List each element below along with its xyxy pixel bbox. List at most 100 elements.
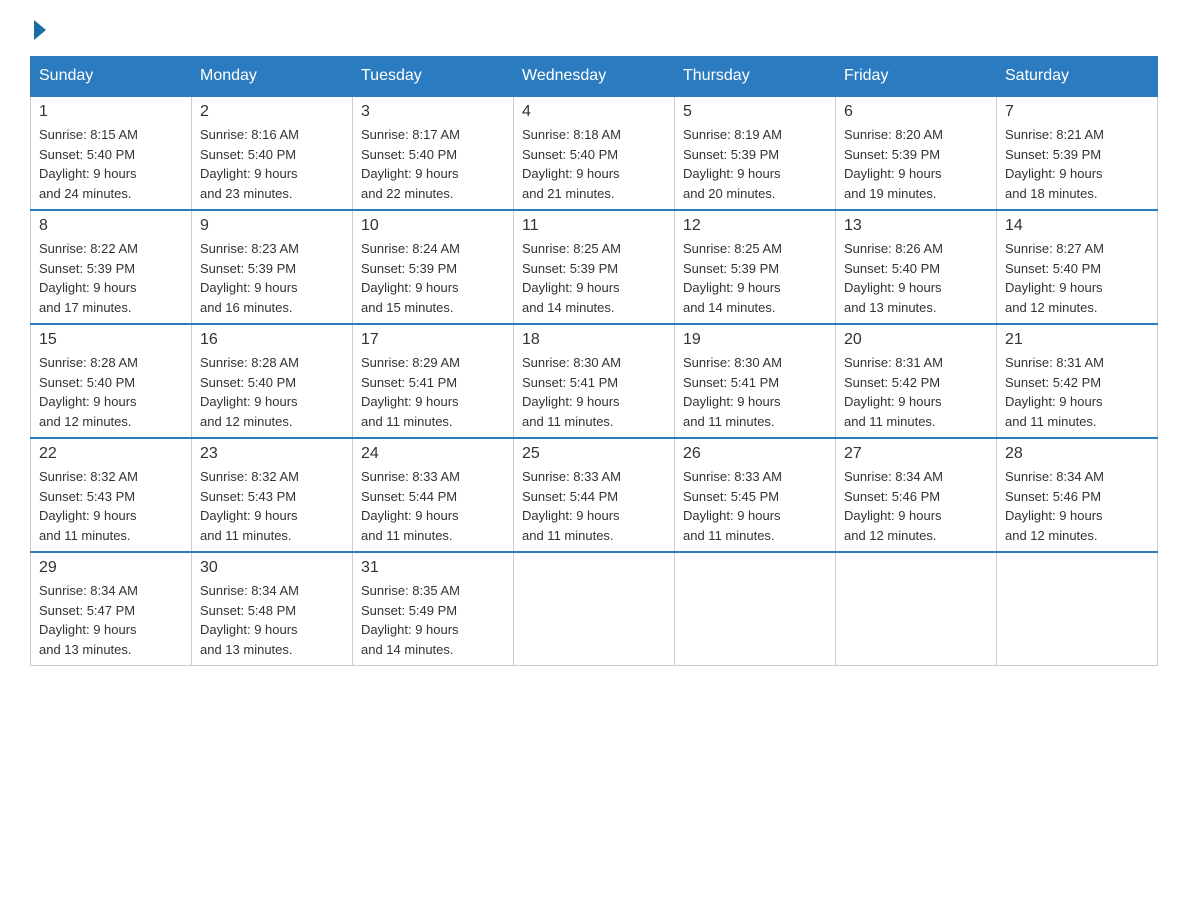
calendar-cell: 20 Sunrise: 8:31 AM Sunset: 5:42 PM Dayl… bbox=[836, 324, 997, 438]
logo bbox=[30, 20, 46, 36]
day-info: Sunrise: 8:15 AM Sunset: 5:40 PM Dayligh… bbox=[39, 125, 183, 203]
daylight-minutes: and 15 minutes. bbox=[361, 300, 454, 315]
day-number: 5 bbox=[683, 103, 827, 121]
day-number: 14 bbox=[1005, 217, 1149, 235]
daylight-minutes: and 11 minutes. bbox=[361, 528, 453, 543]
sunrise-label: Sunrise: 8:27 AM bbox=[1005, 241, 1104, 256]
calendar-week-2: 8 Sunrise: 8:22 AM Sunset: 5:39 PM Dayli… bbox=[31, 210, 1158, 324]
logo-general bbox=[30, 20, 46, 40]
calendar-cell bbox=[836, 552, 997, 666]
day-info: Sunrise: 8:32 AM Sunset: 5:43 PM Dayligh… bbox=[200, 467, 344, 545]
calendar-cell: 9 Sunrise: 8:23 AM Sunset: 5:39 PM Dayli… bbox=[192, 210, 353, 324]
sunset-label: Sunset: 5:41 PM bbox=[361, 375, 457, 390]
daylight-minutes: and 21 minutes. bbox=[522, 186, 615, 201]
day-number: 11 bbox=[522, 217, 666, 235]
daylight-minutes: and 11 minutes. bbox=[683, 414, 775, 429]
daylight-label: Daylight: 9 hours bbox=[844, 166, 942, 181]
daylight-label: Daylight: 9 hours bbox=[1005, 394, 1103, 409]
sunset-label: Sunset: 5:39 PM bbox=[361, 261, 457, 276]
day-number: 4 bbox=[522, 103, 666, 121]
sunset-label: Sunset: 5:41 PM bbox=[522, 375, 618, 390]
daylight-label: Daylight: 9 hours bbox=[200, 280, 298, 295]
calendar-table: SundayMondayTuesdayWednesdayThursdayFrid… bbox=[30, 56, 1158, 666]
calendar-cell: 17 Sunrise: 8:29 AM Sunset: 5:41 PM Dayl… bbox=[353, 324, 514, 438]
sunset-label: Sunset: 5:40 PM bbox=[39, 375, 135, 390]
calendar-cell: 16 Sunrise: 8:28 AM Sunset: 5:40 PM Dayl… bbox=[192, 324, 353, 438]
day-info: Sunrise: 8:33 AM Sunset: 5:44 PM Dayligh… bbox=[522, 467, 666, 545]
daylight-minutes: and 24 minutes. bbox=[39, 186, 132, 201]
day-info: Sunrise: 8:21 AM Sunset: 5:39 PM Dayligh… bbox=[1005, 125, 1149, 203]
daylight-label: Daylight: 9 hours bbox=[39, 280, 137, 295]
daylight-minutes: and 12 minutes. bbox=[200, 414, 293, 429]
daylight-label: Daylight: 9 hours bbox=[200, 394, 298, 409]
day-number: 1 bbox=[39, 103, 183, 121]
sunrise-label: Sunrise: 8:33 AM bbox=[683, 469, 782, 484]
calendar-week-1: 1 Sunrise: 8:15 AM Sunset: 5:40 PM Dayli… bbox=[31, 96, 1158, 210]
calendar-week-4: 22 Sunrise: 8:32 AM Sunset: 5:43 PM Dayl… bbox=[31, 438, 1158, 552]
sunrise-label: Sunrise: 8:30 AM bbox=[522, 355, 621, 370]
sunset-label: Sunset: 5:44 PM bbox=[522, 489, 618, 504]
day-info: Sunrise: 8:23 AM Sunset: 5:39 PM Dayligh… bbox=[200, 239, 344, 317]
sunrise-label: Sunrise: 8:34 AM bbox=[39, 583, 138, 598]
calendar-cell: 26 Sunrise: 8:33 AM Sunset: 5:45 PM Dayl… bbox=[675, 438, 836, 552]
daylight-minutes: and 11 minutes. bbox=[200, 528, 292, 543]
sunset-label: Sunset: 5:40 PM bbox=[200, 147, 296, 162]
sunset-label: Sunset: 5:46 PM bbox=[844, 489, 940, 504]
day-info: Sunrise: 8:20 AM Sunset: 5:39 PM Dayligh… bbox=[844, 125, 988, 203]
calendar-cell: 18 Sunrise: 8:30 AM Sunset: 5:41 PM Dayl… bbox=[514, 324, 675, 438]
day-number: 13 bbox=[844, 217, 988, 235]
sunset-label: Sunset: 5:39 PM bbox=[683, 147, 779, 162]
daylight-minutes: and 22 minutes. bbox=[361, 186, 454, 201]
sunrise-label: Sunrise: 8:17 AM bbox=[361, 127, 460, 142]
day-number: 28 bbox=[1005, 445, 1149, 463]
day-info: Sunrise: 8:31 AM Sunset: 5:42 PM Dayligh… bbox=[844, 353, 988, 431]
sunset-label: Sunset: 5:47 PM bbox=[39, 603, 135, 618]
logo-arrow-icon bbox=[34, 20, 46, 40]
calendar-cell: 1 Sunrise: 8:15 AM Sunset: 5:40 PM Dayli… bbox=[31, 96, 192, 210]
daylight-minutes: and 14 minutes. bbox=[361, 642, 454, 657]
calendar-cell: 10 Sunrise: 8:24 AM Sunset: 5:39 PM Dayl… bbox=[353, 210, 514, 324]
page-header bbox=[30, 20, 1158, 36]
sunset-label: Sunset: 5:40 PM bbox=[361, 147, 457, 162]
daylight-label: Daylight: 9 hours bbox=[39, 166, 137, 181]
day-number: 24 bbox=[361, 445, 505, 463]
day-info: Sunrise: 8:34 AM Sunset: 5:47 PM Dayligh… bbox=[39, 581, 183, 659]
daylight-minutes: and 14 minutes. bbox=[683, 300, 776, 315]
sunrise-label: Sunrise: 8:16 AM bbox=[200, 127, 299, 142]
calendar-week-5: 29 Sunrise: 8:34 AM Sunset: 5:47 PM Dayl… bbox=[31, 552, 1158, 666]
sunrise-label: Sunrise: 8:24 AM bbox=[361, 241, 460, 256]
sunrise-label: Sunrise: 8:31 AM bbox=[844, 355, 943, 370]
daylight-label: Daylight: 9 hours bbox=[844, 508, 942, 523]
weekday-header-sunday: Sunday bbox=[31, 57, 192, 97]
calendar-cell: 12 Sunrise: 8:25 AM Sunset: 5:39 PM Dayl… bbox=[675, 210, 836, 324]
day-info: Sunrise: 8:30 AM Sunset: 5:41 PM Dayligh… bbox=[683, 353, 827, 431]
sunset-label: Sunset: 5:40 PM bbox=[1005, 261, 1101, 276]
calendar-cell: 14 Sunrise: 8:27 AM Sunset: 5:40 PM Dayl… bbox=[997, 210, 1158, 324]
daylight-minutes: and 14 minutes. bbox=[522, 300, 615, 315]
calendar-cell: 21 Sunrise: 8:31 AM Sunset: 5:42 PM Dayl… bbox=[997, 324, 1158, 438]
daylight-minutes: and 12 minutes. bbox=[1005, 528, 1098, 543]
daylight-label: Daylight: 9 hours bbox=[683, 394, 781, 409]
day-info: Sunrise: 8:19 AM Sunset: 5:39 PM Dayligh… bbox=[683, 125, 827, 203]
calendar-cell: 4 Sunrise: 8:18 AM Sunset: 5:40 PM Dayli… bbox=[514, 96, 675, 210]
daylight-minutes: and 11 minutes. bbox=[844, 414, 936, 429]
sunrise-label: Sunrise: 8:20 AM bbox=[844, 127, 943, 142]
day-number: 18 bbox=[522, 331, 666, 349]
daylight-label: Daylight: 9 hours bbox=[522, 280, 620, 295]
day-info: Sunrise: 8:34 AM Sunset: 5:46 PM Dayligh… bbox=[844, 467, 988, 545]
sunrise-label: Sunrise: 8:32 AM bbox=[39, 469, 138, 484]
sunrise-label: Sunrise: 8:15 AM bbox=[39, 127, 138, 142]
calendar-cell: 15 Sunrise: 8:28 AM Sunset: 5:40 PM Dayl… bbox=[31, 324, 192, 438]
sunset-label: Sunset: 5:39 PM bbox=[1005, 147, 1101, 162]
day-number: 31 bbox=[361, 559, 505, 577]
day-info: Sunrise: 8:32 AM Sunset: 5:43 PM Dayligh… bbox=[39, 467, 183, 545]
day-info: Sunrise: 8:27 AM Sunset: 5:40 PM Dayligh… bbox=[1005, 239, 1149, 317]
sunrise-label: Sunrise: 8:31 AM bbox=[1005, 355, 1104, 370]
day-number: 17 bbox=[361, 331, 505, 349]
day-info: Sunrise: 8:18 AM Sunset: 5:40 PM Dayligh… bbox=[522, 125, 666, 203]
daylight-label: Daylight: 9 hours bbox=[200, 622, 298, 637]
day-number: 7 bbox=[1005, 103, 1149, 121]
sunset-label: Sunset: 5:45 PM bbox=[683, 489, 779, 504]
sunrise-label: Sunrise: 8:19 AM bbox=[683, 127, 782, 142]
calendar-cell: 27 Sunrise: 8:34 AM Sunset: 5:46 PM Dayl… bbox=[836, 438, 997, 552]
